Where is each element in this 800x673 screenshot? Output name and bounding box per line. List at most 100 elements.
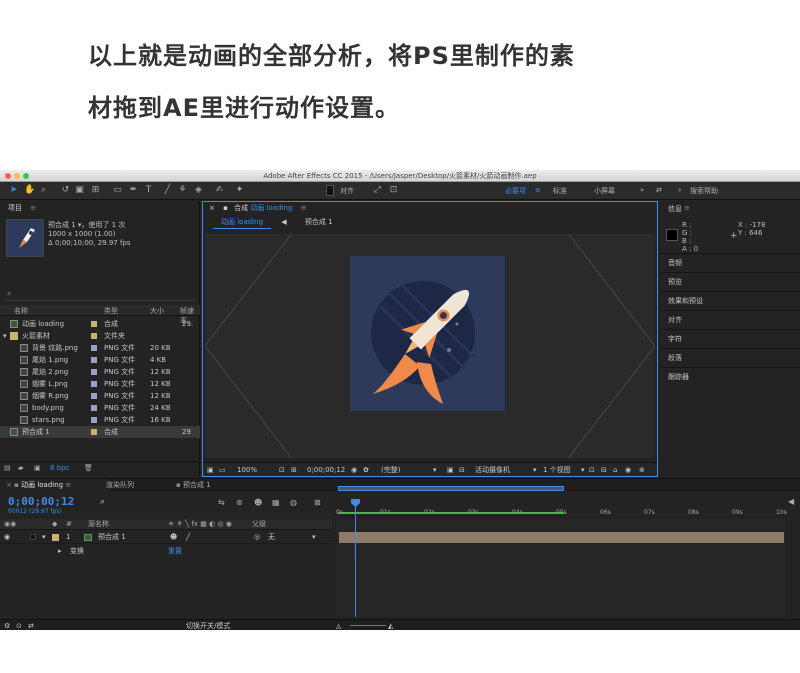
- roto-brush-tool-icon[interactable]: ✍: [214, 185, 225, 196]
- roi-icon[interactable]: ▣: [447, 463, 454, 477]
- label-color-swatch[interactable]: [91, 417, 97, 423]
- work-area-bar[interactable]: [338, 486, 564, 491]
- search-help[interactable]: 搜索帮助: [690, 186, 718, 196]
- layer-label-color[interactable]: [52, 534, 59, 541]
- project-item[interactable]: stars.png PNG 文件 16 KB: [0, 414, 200, 426]
- snap-option-icon[interactable]: ⤢: [372, 185, 383, 196]
- trash-icon[interactable]: 🗑: [84, 464, 93, 472]
- viewer-menu-icon[interactable]: ≡: [301, 204, 307, 212]
- grid-icon[interactable]: ⊞: [291, 463, 297, 477]
- project-item[interactable]: ▾ 火箭素材 文件夹: [0, 330, 200, 342]
- toggle-switches-modes[interactable]: 切换开关/模式: [186, 620, 230, 630]
- resolution-select[interactable]: (完整): [381, 463, 400, 477]
- label-color-swatch[interactable]: [91, 321, 97, 327]
- frame-blending-icon[interactable]: ▦: [272, 498, 280, 507]
- more-workspaces-icon[interactable]: »: [640, 186, 644, 194]
- label-color-swatch[interactable]: [91, 357, 97, 363]
- timeline-tab-main[interactable]: × ▪ 动画 loading ≡: [0, 479, 110, 491]
- panel-section[interactable]: 跟踪器: [660, 367, 800, 386]
- interpret-footage-icon[interactable]: ▤: [4, 464, 11, 472]
- timeline-tab-precomp[interactable]: ▪ 预合成 1: [170, 479, 217, 491]
- label-color-swatch[interactable]: [91, 345, 97, 351]
- parent-pickwhip-icon[interactable]: ◎: [254, 531, 260, 544]
- col-type[interactable]: 类型: [104, 306, 118, 316]
- label-color-swatch[interactable]: [91, 429, 97, 435]
- snap-grid-icon[interactable]: ⊡: [388, 185, 399, 196]
- label-color-swatch[interactable]: [91, 405, 97, 411]
- comp-settings-icon[interactable]: ⚙: [4, 620, 10, 630]
- composition-canvas[interactable]: [205, 234, 655, 458]
- nav-comp-precomp[interactable]: 预合成 1: [297, 216, 341, 228]
- parent-dropdown-icon[interactable]: ▾: [312, 531, 316, 544]
- brush-tool-icon[interactable]: ╱: [162, 185, 173, 196]
- current-time-indicator[interactable]: [355, 502, 356, 617]
- zoom-in-icon[interactable]: ◭: [388, 620, 393, 630]
- hand-tool-icon[interactable]: ✋: [24, 185, 35, 196]
- draft-3d-icon[interactable]: ⊛: [236, 498, 243, 507]
- zoom-window-icon[interactable]: [23, 173, 29, 179]
- lock-icon[interactable]: ▪: [223, 204, 228, 212]
- minimize-window-icon[interactable]: [14, 173, 20, 179]
- color-channel-icon[interactable]: ✿: [363, 463, 369, 477]
- project-item[interactable]: 尾焰 1.png PNG 文件 4 KB: [0, 354, 200, 366]
- type-tool-icon[interactable]: T: [143, 185, 154, 196]
- shy-switch-icon[interactable]: ☻: [170, 531, 177, 544]
- views-select[interactable]: 1 个视图: [543, 463, 571, 477]
- pen-tool-icon[interactable]: ✒: [128, 185, 139, 196]
- layer-name[interactable]: 预合成 1: [98, 531, 126, 544]
- layer-duration-bar[interactable]: [339, 532, 784, 543]
- label-color-swatch[interactable]: [91, 393, 97, 399]
- comp-mini-flowchart-icon[interactable]: ⇆: [218, 498, 225, 507]
- collapse-switch-icon[interactable]: ╱: [186, 531, 190, 544]
- snapshot-icon[interactable]: ◉: [351, 463, 357, 477]
- project-item[interactable]: 动画 loading 合成 29.: [0, 318, 200, 330]
- panel-section[interactable]: 音频: [660, 253, 800, 272]
- eraser-tool-icon[interactable]: ◈: [193, 185, 204, 196]
- layer-row[interactable]: ◉ ▾ 1 预合成 1 ☻ ╱ ◎ 无 ▾: [0, 531, 332, 544]
- parent-header[interactable]: 父级: [252, 519, 266, 530]
- parent-select[interactable]: 无: [268, 531, 275, 544]
- reset-transform-link[interactable]: 重置: [168, 545, 182, 558]
- zoom-out-icon[interactable]: ◬: [336, 620, 341, 630]
- project-item[interactable]: 背景 纹路.png PNG 文件 20 KB: [0, 342, 200, 354]
- preview-toggle-icon[interactable]: ▣: [207, 463, 214, 477]
- close-tab-icon[interactable]: ×: [209, 204, 215, 212]
- camera-tool-icon[interactable]: ▣: [74, 185, 85, 196]
- new-comp-icon[interactable]: ▣: [34, 464, 41, 472]
- reset-exposure-icon[interactable]: ⊗: [639, 463, 645, 477]
- pan-behind-tool-icon[interactable]: ⊞: [90, 185, 101, 196]
- workspace-standard[interactable]: 标准: [553, 186, 567, 196]
- folder-expand-icon[interactable]: ▾: [3, 330, 7, 342]
- shy-layers-icon[interactable]: ☻: [254, 498, 262, 507]
- bit-depth[interactable]: 8 bpc: [50, 464, 69, 472]
- timeline-nav-end-icon[interactable]: ◀: [788, 497, 794, 506]
- snapping-checkbox[interactable]: [326, 185, 334, 196]
- exposure-icon[interactable]: ◉: [625, 463, 631, 477]
- workspace-essentials[interactable]: 必要项: [505, 186, 526, 196]
- motion-blur-icon[interactable]: ◍: [290, 498, 297, 507]
- current-time-display[interactable]: 0;00;00;12: [8, 495, 74, 508]
- views-dropdown-icon[interactable]: ▾: [581, 463, 585, 477]
- transform-row[interactable]: ▸ 变换 重置: [0, 545, 332, 558]
- expand-layer-icon[interactable]: ▾: [42, 531, 46, 544]
- label-color-swatch[interactable]: [91, 333, 97, 339]
- resolution-dropdown-icon[interactable]: ▾: [433, 463, 437, 477]
- label-color-swatch[interactable]: [91, 369, 97, 375]
- close-tab-icon[interactable]: ×: [6, 481, 12, 489]
- panel-section[interactable]: 对齐: [660, 310, 800, 329]
- camera-select[interactable]: 活动摄像机: [475, 463, 510, 477]
- time-ruler[interactable]: 0s01s02s03s04s05s06s07s08s09s10s: [336, 495, 787, 519]
- col-name[interactable]: 名称: [14, 306, 28, 316]
- panel-menu-icon[interactable]: ≡: [30, 204, 36, 212]
- rectangle-tool-icon[interactable]: ▭: [112, 185, 123, 196]
- region-icon[interactable]: ⊡: [279, 463, 285, 477]
- panel-section[interactable]: 字符: [660, 329, 800, 348]
- transparency-grid-icon[interactable]: ⊟: [459, 463, 465, 477]
- sync-icon[interactable]: ⇄: [656, 186, 662, 194]
- panel-section[interactable]: 段落: [660, 348, 800, 367]
- flowchart-icon[interactable]: ⌂: [613, 463, 617, 477]
- panel-section[interactable]: 效果和预设: [660, 291, 800, 310]
- project-item[interactable]: body.png PNG 文件 24 KB: [0, 402, 200, 414]
- workspace-menu-icon[interactable]: ≡: [535, 186, 541, 194]
- composition-tab[interactable]: × ▪ 合成 动画 loading ≡: [203, 202, 657, 214]
